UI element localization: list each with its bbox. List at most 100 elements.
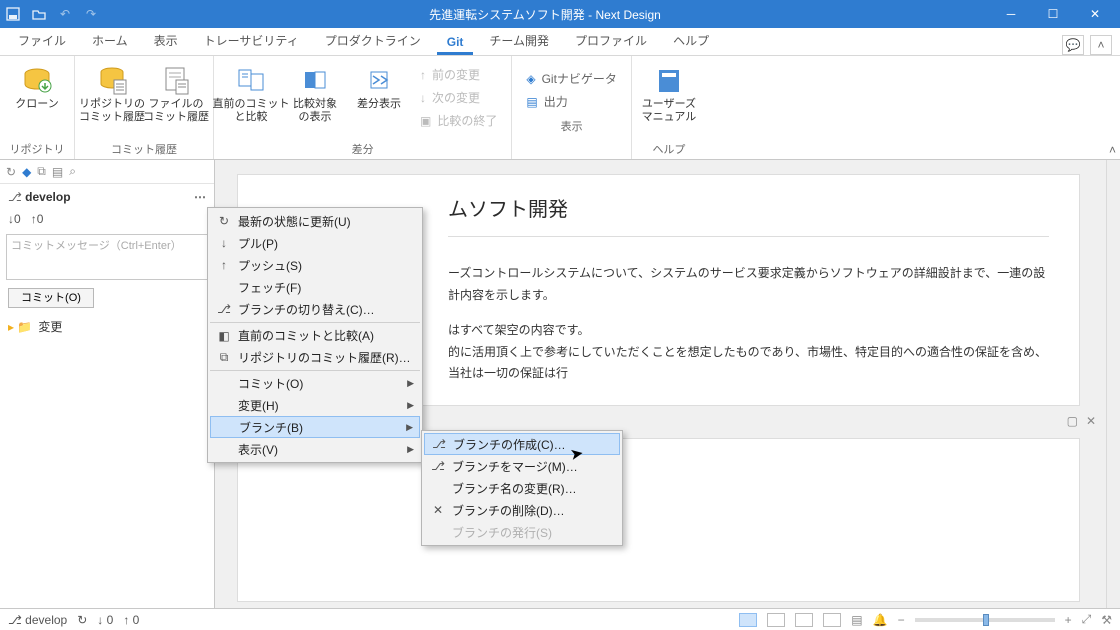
submenu-item[interactable]: ブランチ名の変更(R)… <box>424 477 620 499</box>
context-menu-item[interactable]: フェッチ(F) <box>210 276 420 298</box>
open-icon[interactable] <box>30 5 48 23</box>
context-menu-item[interactable]: 変更(H)▶ <box>210 394 420 416</box>
menu-item-label: ブランチの削除(D)… <box>452 502 565 519</box>
menu-item-label: ブランチの作成(C)… <box>453 436 566 453</box>
menu-item-label: ブランチ(B) <box>239 419 303 436</box>
menu-item-label: ブランチの切り替え(C)… <box>238 301 375 318</box>
close-button[interactable]: ✕ <box>1074 0 1116 28</box>
context-menu-item[interactable]: ⎇ ブランチの切り替え(C)… <box>210 298 420 320</box>
context-menu-item[interactable]: ブランチ(B)▶ <box>210 416 420 438</box>
git-navigator-button[interactable]: ◈Gitナビゲータ <box>522 68 621 89</box>
submenu-item[interactable]: ⎇ ブランチをマージ(M)… <box>424 455 620 477</box>
menu-item-icon: ✕ <box>430 503 446 517</box>
history-icon[interactable]: ▤ <box>52 165 63 179</box>
menu-item-label: フェッチ(F) <box>238 279 301 296</box>
context-menu-item[interactable]: コミット(O) ▶ <box>210 370 420 394</box>
submenu-arrow-icon: ▶ <box>407 378 414 389</box>
minimize-button[interactable]: ─ <box>990 0 1032 28</box>
context-menu-item[interactable]: ◧直前のコミットと比較(A) <box>210 322 420 346</box>
tab-profile[interactable]: プロファイル <box>565 28 657 55</box>
context-menu-item[interactable]: ↓プル(P) <box>210 232 420 254</box>
tab-productline[interactable]: プロダクトライン <box>315 28 431 55</box>
outgoing-count: ↑0 <box>31 212 44 226</box>
context-menu-item[interactable]: ↑プッシュ(S) <box>210 254 420 276</box>
menu-item-label: コミット(O) <box>238 375 303 392</box>
tab-help[interactable]: ヘルプ <box>663 28 719 55</box>
zoom-out-icon[interactable]: − <box>898 613 905 627</box>
refresh-icon[interactable]: ↻ <box>6 165 16 179</box>
up-arrow-icon: ↑ <box>420 68 426 82</box>
filter-icon[interactable]: ⌕ <box>69 164 76 179</box>
menu-item-label: プル(P) <box>238 235 278 252</box>
more-icon[interactable]: ⋯ <box>194 190 206 204</box>
tab-traceability[interactable]: トレーサビリティ <box>194 28 309 55</box>
commit-button[interactable]: コミット(O) <box>8 288 94 308</box>
tab-git[interactable]: Git <box>437 31 474 55</box>
doc-title: ムソフト開発 <box>448 193 1049 222</box>
notif-icon[interactable]: 🔔 <box>873 613 888 627</box>
compare-target-button[interactable]: 比較対象 の表示 <box>284 60 346 139</box>
current-branch[interactable]: develop <box>25 190 70 204</box>
ribbon-tabs: ファイル ホーム 表示 トレーサビリティ プロダクトライン Git チーム開発 … <box>0 28 1120 56</box>
ribbon-expand-icon[interactable]: ˄ <box>1109 143 1116 157</box>
view-mode-4[interactable] <box>823 613 841 627</box>
collapse-ribbon-icon[interactable]: ˄ <box>1090 35 1112 55</box>
undo-icon[interactable]: ↶ <box>56 5 74 23</box>
prev-change-button[interactable]: ↑前の変更 <box>416 64 501 85</box>
zoom-slider[interactable] <box>915 618 1055 622</box>
commit-message-input[interactable]: コミットメッセージ（Ctrl+Enter） <box>6 234 208 280</box>
menu-item-label: ブランチをマージ(M)… <box>452 458 578 475</box>
view-mode-3[interactable] <box>795 613 813 627</box>
menu-item-icon: ⎇ <box>430 459 446 473</box>
menu-item-label: 変更(H) <box>238 397 279 414</box>
tab-team[interactable]: チーム開発 <box>479 28 559 55</box>
end-compare-button[interactable]: ▣比較の終了 <box>416 110 501 131</box>
panel-close-icon[interactable]: ✕ <box>1086 414 1096 428</box>
context-menu-item[interactable]: ⧉リポジトリのコミット履歴(R)… <box>210 346 420 368</box>
layers-icon[interactable]: ▤ <box>851 613 862 627</box>
manual-button[interactable]: ユーザーズ マニュアル <box>638 60 700 139</box>
next-change-button[interactable]: ↓次の変更 <box>416 87 501 108</box>
view-mode-2[interactable] <box>767 613 785 627</box>
changes-node[interactable]: ▸ 📁変更 <box>0 314 214 339</box>
submenu-item[interactable]: ✕ ブランチの削除(D)… <box>424 499 620 521</box>
settings-icon[interactable]: ⚒ <box>1101 613 1112 627</box>
clone-button[interactable]: クローン <box>6 60 68 139</box>
menu-item-label: ブランチ名の変更(R)… <box>452 480 577 497</box>
vertical-scrollbar[interactable] <box>1106 160 1120 608</box>
context-menu-item[interactable]: ↻最新の状態に更新(U) <box>210 210 420 232</box>
menu-item-label: 最新の状態に更新(U) <box>238 213 351 230</box>
context-menu-item[interactable]: 表示(V) ▶ <box>210 438 420 460</box>
ribbon-body: クローン リポジトリ リポジトリの コミット履歴 ファイルの コミット履歴 コミ… <box>0 56 1120 160</box>
submenu-item: ブランチの発行(S) <box>424 521 620 543</box>
branch-view-icon[interactable]: ◆ <box>22 165 31 179</box>
chat-icon[interactable]: 💬 <box>1062 35 1084 55</box>
zoom-in-icon[interactable]: + <box>1065 613 1072 627</box>
compare-last-commit-button[interactable]: 直前のコミット と比較 <box>220 60 282 139</box>
view-mode-1[interactable] <box>739 613 757 627</box>
status-outgoing: ↑ 0 <box>123 613 139 627</box>
incoming-count: ↓0 <box>8 212 21 226</box>
status-incoming: ↓ 0 <box>97 613 113 627</box>
menu-item-label: 表示(V) <box>238 441 278 458</box>
status-branch[interactable]: ⎇ develop <box>8 613 67 627</box>
tab-file[interactable]: ファイル <box>8 28 76 55</box>
panel-maximize-icon[interactable]: ▢ <box>1067 414 1078 428</box>
tab-home[interactable]: ホーム <box>82 28 138 55</box>
tab-view[interactable]: 表示 <box>144 28 188 55</box>
status-sync-icon[interactable]: ↻ <box>77 613 87 627</box>
redo-icon[interactable]: ↷ <box>82 5 100 23</box>
repo-history-button[interactable]: リポジトリの コミット履歴 <box>81 60 143 139</box>
submenu-item[interactable]: ⎇ブランチの作成(C)… <box>424 433 620 455</box>
diff-view-button[interactable]: 差分表示 <box>348 60 410 139</box>
branch-submenu: ⎇ブランチの作成(C)… ⎇ ブランチをマージ(M)… ブランチ名の変更(R)… ✕ ブラ… <box>421 430 623 546</box>
context-menu: ↻最新の状態に更新(U)↓プル(P)↑プッシュ(S) フェッチ(F) ⎇ ブランチの切… <box>207 207 423 463</box>
menu-item-icon: ⎇ <box>216 302 232 316</box>
save-icon[interactable] <box>4 5 22 23</box>
fit-icon[interactable]: ⤢ <box>1082 612 1092 627</box>
stash-icon[interactable]: ⧉ <box>37 164 46 179</box>
file-history-button[interactable]: ファイルの コミット履歴 <box>145 60 207 139</box>
submenu-arrow-icon: ▶ <box>407 444 414 455</box>
output-button[interactable]: ▤出力 <box>522 91 621 112</box>
maximize-button[interactable]: ☐ <box>1032 0 1074 28</box>
